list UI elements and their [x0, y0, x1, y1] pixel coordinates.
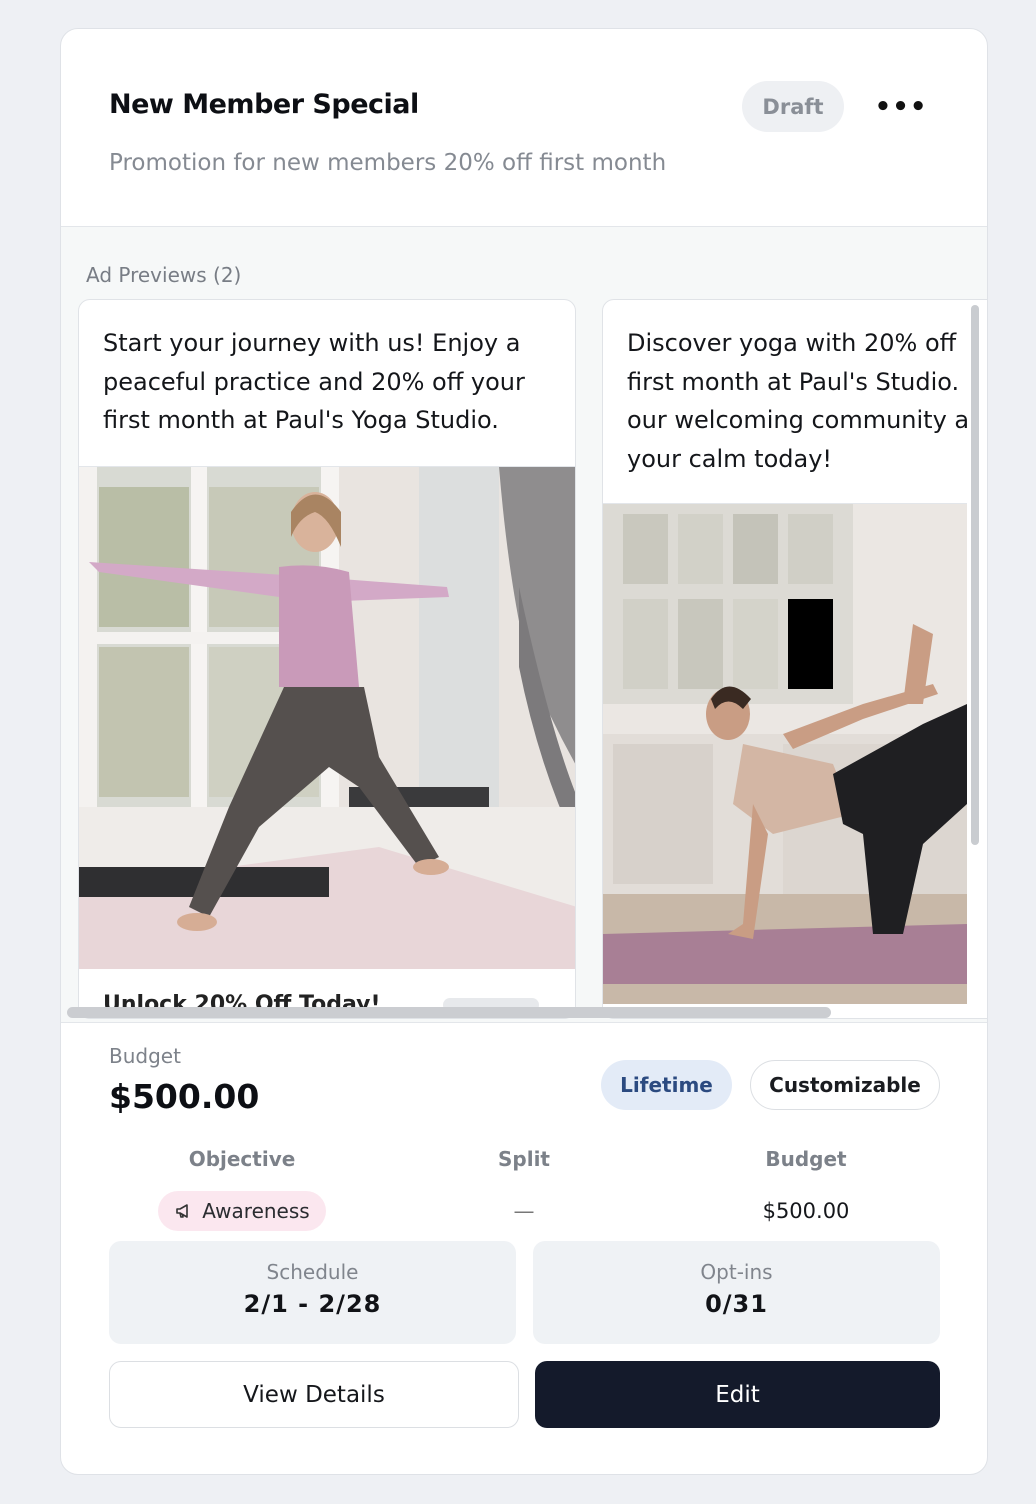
ad-text-line: peaceful practice and 20% off your	[103, 367, 525, 396]
schedule-label: Schedule	[266, 1260, 359, 1284]
objective-value: Awareness	[202, 1199, 310, 1223]
campaign-card: New Member Special Promotion for new mem…	[60, 28, 988, 1475]
lifetime-badge: Lifetime	[601, 1060, 732, 1110]
ad-preview-image	[79, 466, 575, 969]
ad-preview-image	[603, 503, 967, 1004]
ad-text-line: first month at Paul's Studio.	[627, 367, 960, 396]
ad-text-line: your calm today!	[627, 444, 833, 473]
ad-previews-section[interactable]: Ad Previews (2) Start your journey with …	[61, 227, 987, 1023]
vertical-scrollbar[interactable]	[971, 305, 979, 845]
budget-value: $500.00	[109, 1077, 260, 1116]
optins-box: Opt-ins 0/31	[533, 1241, 940, 1344]
budget-column-label: Budget	[765, 1147, 847, 1171]
edit-button[interactable]: Edit	[535, 1361, 940, 1428]
ad-text-line: first month at Paul's Yoga Studio.	[103, 406, 499, 434]
awareness-badge: Awareness	[158, 1191, 326, 1231]
ad-preview-card[interactable]: Start your journey with us! Enjoy a peac…	[78, 299, 576, 1019]
customizable-badge: Customizable	[750, 1060, 940, 1110]
schedule-box: Schedule 2/1 - 2/28	[109, 1241, 516, 1344]
ad-text-line: Discover yoga with 20% off	[627, 329, 957, 357]
objective-column: Objective Awareness	[112, 1147, 372, 1231]
campaign-title: New Member Special	[109, 89, 419, 120]
optins-value: 0/31	[705, 1290, 768, 1318]
horizontal-scrollbar[interactable]	[67, 1007, 831, 1018]
schedule-value: 2/1 - 2/28	[243, 1290, 382, 1318]
optins-label: Opt-ins	[700, 1260, 773, 1284]
card-header: New Member Special Promotion for new mem…	[61, 29, 987, 227]
objective-label: Objective	[188, 1147, 296, 1171]
ad-text-line: Start your journey with us! Enjoy a	[103, 329, 521, 357]
megaphone-icon	[176, 1204, 189, 1218]
split-value: —	[513, 1199, 535, 1223]
ad-text-line: our welcoming community a	[627, 406, 970, 434]
budget-column-value: $500.00	[762, 1199, 850, 1223]
ad-preview-text: Discover yoga with 20% off first month a…	[603, 300, 983, 478]
view-details-button[interactable]: View Details	[109, 1361, 519, 1428]
budget-column: Budget $500.00	[676, 1147, 936, 1231]
split-column: Split —	[394, 1147, 654, 1231]
ad-previews-label: Ad Previews (2)	[86, 263, 242, 287]
ad-preview-card[interactable]: Discover yoga with 20% off first month a…	[602, 299, 987, 1019]
campaign-subtitle: Promotion for new members 20% off first …	[109, 150, 667, 176]
budget-label: Budget	[109, 1044, 181, 1068]
status-badge: Draft	[742, 81, 844, 132]
more-options-icon[interactable]: •••	[875, 91, 927, 123]
split-label: Split	[498, 1147, 550, 1171]
ad-preview-text: Start your journey with us! Enjoy a peac…	[79, 300, 575, 440]
